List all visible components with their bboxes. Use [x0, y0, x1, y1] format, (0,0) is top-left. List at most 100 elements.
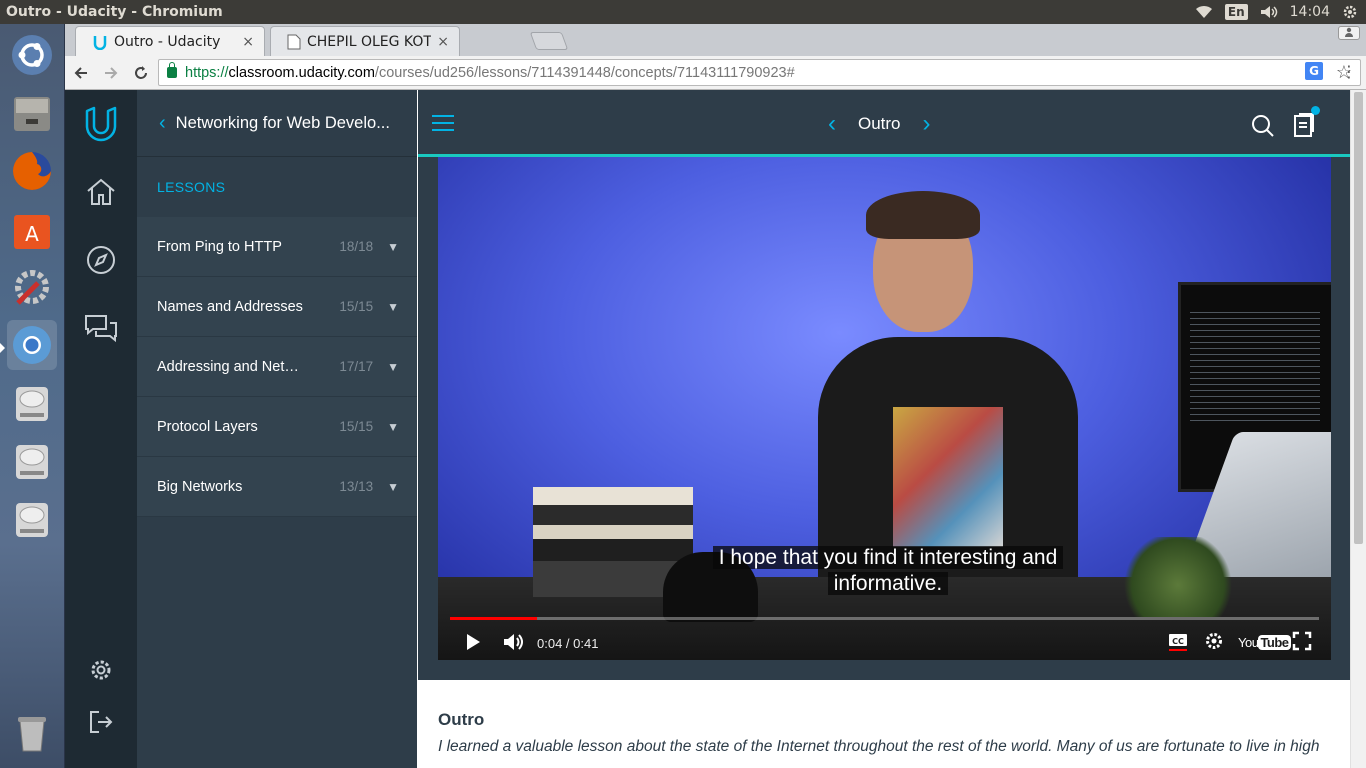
ubuntu-dash-icon[interactable] [7, 30, 57, 80]
translate-extension-icon[interactable]: G [1305, 62, 1323, 80]
keyboard-layout-indicator[interactable]: En [1224, 4, 1248, 20]
fullscreen-icon[interactable] [1292, 631, 1312, 654]
lessons-sidebar: ‹ Networking for Web Develo... LESSONS F… [137, 90, 417, 768]
video-scene-shirt-print [893, 407, 1003, 547]
video-caption: I hope that you find it interesting and … [688, 545, 1088, 597]
lesson-item[interactable]: Big Networks 13/13 ▼ [137, 457, 417, 517]
system-tray: En 14:04 [1195, 4, 1366, 20]
course-back-link[interactable]: ‹ Networking for Web Develo... [137, 90, 417, 157]
lesson-item[interactable]: Names and Addresses 15/15 ▼ [137, 277, 417, 337]
lesson-progress-count: 13/13 [339, 479, 374, 494]
icon-rail [65, 90, 137, 768]
concept-header: ‹ Outro › [418, 90, 1350, 157]
chevron-down-icon[interactable]: ▼ [387, 480, 399, 494]
settings-gear-icon[interactable] [81, 650, 121, 690]
volume-icon[interactable] [502, 631, 524, 656]
trash-icon[interactable] [7, 708, 57, 758]
youtube-video-player[interactable]: I hope that you find it interesting and … [438, 157, 1331, 660]
profile-button[interactable] [1338, 26, 1360, 40]
chrome-menu-icon[interactable]: ⋮ [1341, 62, 1357, 81]
caption-line-2: informative. [827, 572, 949, 595]
url-path: /courses/ud256/lessons/7114391448/concep… [374, 64, 795, 81]
lesson-item[interactable]: Addressing and Netwo... 17/17 ▼ [137, 337, 417, 397]
udacity-logo-icon[interactable] [81, 104, 121, 144]
user-icon [1345, 27, 1353, 37]
next-concept-icon[interactable]: › [923, 110, 931, 138]
chevron-down-icon[interactable]: ▼ [387, 240, 399, 254]
video-progress-bar[interactable] [450, 617, 1319, 620]
svg-text:CC: CC [1172, 637, 1184, 646]
lessons-heading: LESSONS [157, 179, 226, 195]
drive-icon[interactable] [7, 494, 57, 544]
notes-body: I learned a valuable lesson about the st… [438, 738, 1320, 755]
scrollbar-thumb[interactable] [1354, 92, 1363, 544]
instructor-notes: Outro I learned a valuable lesson about … [438, 710, 1320, 756]
volume-icon[interactable] [1260, 5, 1278, 19]
system-settings-icon[interactable] [7, 262, 57, 312]
lesson-name: From Ping to HTTP [157, 238, 282, 255]
video-section: I hope that you find it interesting and … [418, 157, 1350, 680]
forward-button[interactable] [97, 59, 125, 87]
tab-close-icon[interactable]: × [242, 34, 254, 50]
drive-icon[interactable] [7, 378, 57, 428]
tab-close-icon[interactable]: × [437, 34, 449, 50]
clock[interactable]: 14:04 [1290, 4, 1330, 20]
back-button[interactable] [67, 59, 95, 87]
notes-icon[interactable] [1293, 106, 1320, 142]
concept-title: Outro [858, 114, 901, 133]
firefox-icon[interactable] [7, 146, 57, 196]
lesson-progress-count: 17/17 [339, 359, 374, 374]
course-title: Networking for Web Develo... [175, 113, 390, 132]
address-bar[interactable]: https:// classroom.udacity.com /courses/… [158, 59, 1361, 86]
previous-concept-icon[interactable]: ‹ [828, 110, 836, 138]
play-icon[interactable] [464, 631, 482, 656]
notification-dot [1311, 106, 1320, 115]
page-scrollbar[interactable] [1350, 90, 1366, 768]
gear-icon[interactable] [1342, 4, 1358, 20]
udacity-classroom-page: ‹ Networking for Web Develo... LESSONS F… [65, 90, 1350, 768]
forward-arrow-icon [105, 66, 118, 79]
new-tab-button[interactable] [529, 32, 569, 50]
drive-icon[interactable] [7, 436, 57, 486]
svg-text:A: A [25, 222, 39, 246]
video-scene-plant [1118, 537, 1238, 617]
lesson-progress-count: 15/15 [339, 299, 374, 314]
concept-content: ‹ Outro › I hope that you find it intere… [418, 90, 1350, 768]
chevron-down-icon[interactable]: ▼ [387, 420, 399, 434]
lock-icon [167, 62, 177, 78]
tab-strip: Outro - Udacity × CHEPIL OLEG KOT… × [65, 24, 1366, 56]
chat-icon[interactable] [81, 308, 121, 348]
youtube-logo-you: You [1238, 635, 1259, 650]
concept-navigation: ‹ Outro › [828, 110, 931, 138]
unity-launcher: A [0, 24, 65, 768]
chevron-left-icon: ‹ [159, 111, 166, 134]
settings-icon[interactable] [1204, 631, 1224, 654]
back-arrow-icon [74, 66, 87, 79]
video-progress-fill [450, 617, 537, 620]
chromium-icon[interactable] [7, 320, 57, 370]
tab-chepil[interactable]: CHEPIL OLEG KOT… × [270, 26, 460, 56]
hamburger-menu-icon[interactable] [432, 115, 454, 131]
chevron-down-icon[interactable]: ▼ [387, 360, 399, 374]
tab-title: Outro - Udacity [114, 33, 221, 50]
os-top-panel: Outro - Udacity - Chromium En 14:04 [0, 0, 1366, 24]
chevron-down-icon[interactable]: ▼ [387, 300, 399, 314]
wifi-icon[interactable] [1195, 5, 1213, 19]
youtube-logo[interactable]: You Tube [1238, 635, 1291, 650]
software-center-icon[interactable]: A [7, 204, 57, 254]
compass-icon[interactable] [81, 240, 121, 280]
lesson-item[interactable]: Protocol Layers 15/15 ▼ [137, 397, 417, 457]
reload-icon [135, 65, 147, 79]
lesson-item[interactable]: From Ping to HTTP 18/18 ▼ [137, 217, 417, 277]
closed-captions-icon[interactable]: CC [1168, 631, 1188, 654]
lesson-progress-count: 15/15 [339, 419, 374, 434]
search-icon[interactable] [1251, 114, 1275, 142]
video-scene-terminal [1190, 312, 1320, 422]
reload-button[interactable] [127, 59, 155, 87]
logout-icon[interactable] [81, 702, 121, 742]
files-icon[interactable] [7, 88, 57, 138]
lesson-name: Addressing and Netwo... [157, 358, 310, 375]
tab-udacity[interactable]: Outro - Udacity × [75, 26, 265, 56]
url-scheme: https:// [185, 64, 229, 81]
home-icon[interactable] [81, 172, 121, 212]
